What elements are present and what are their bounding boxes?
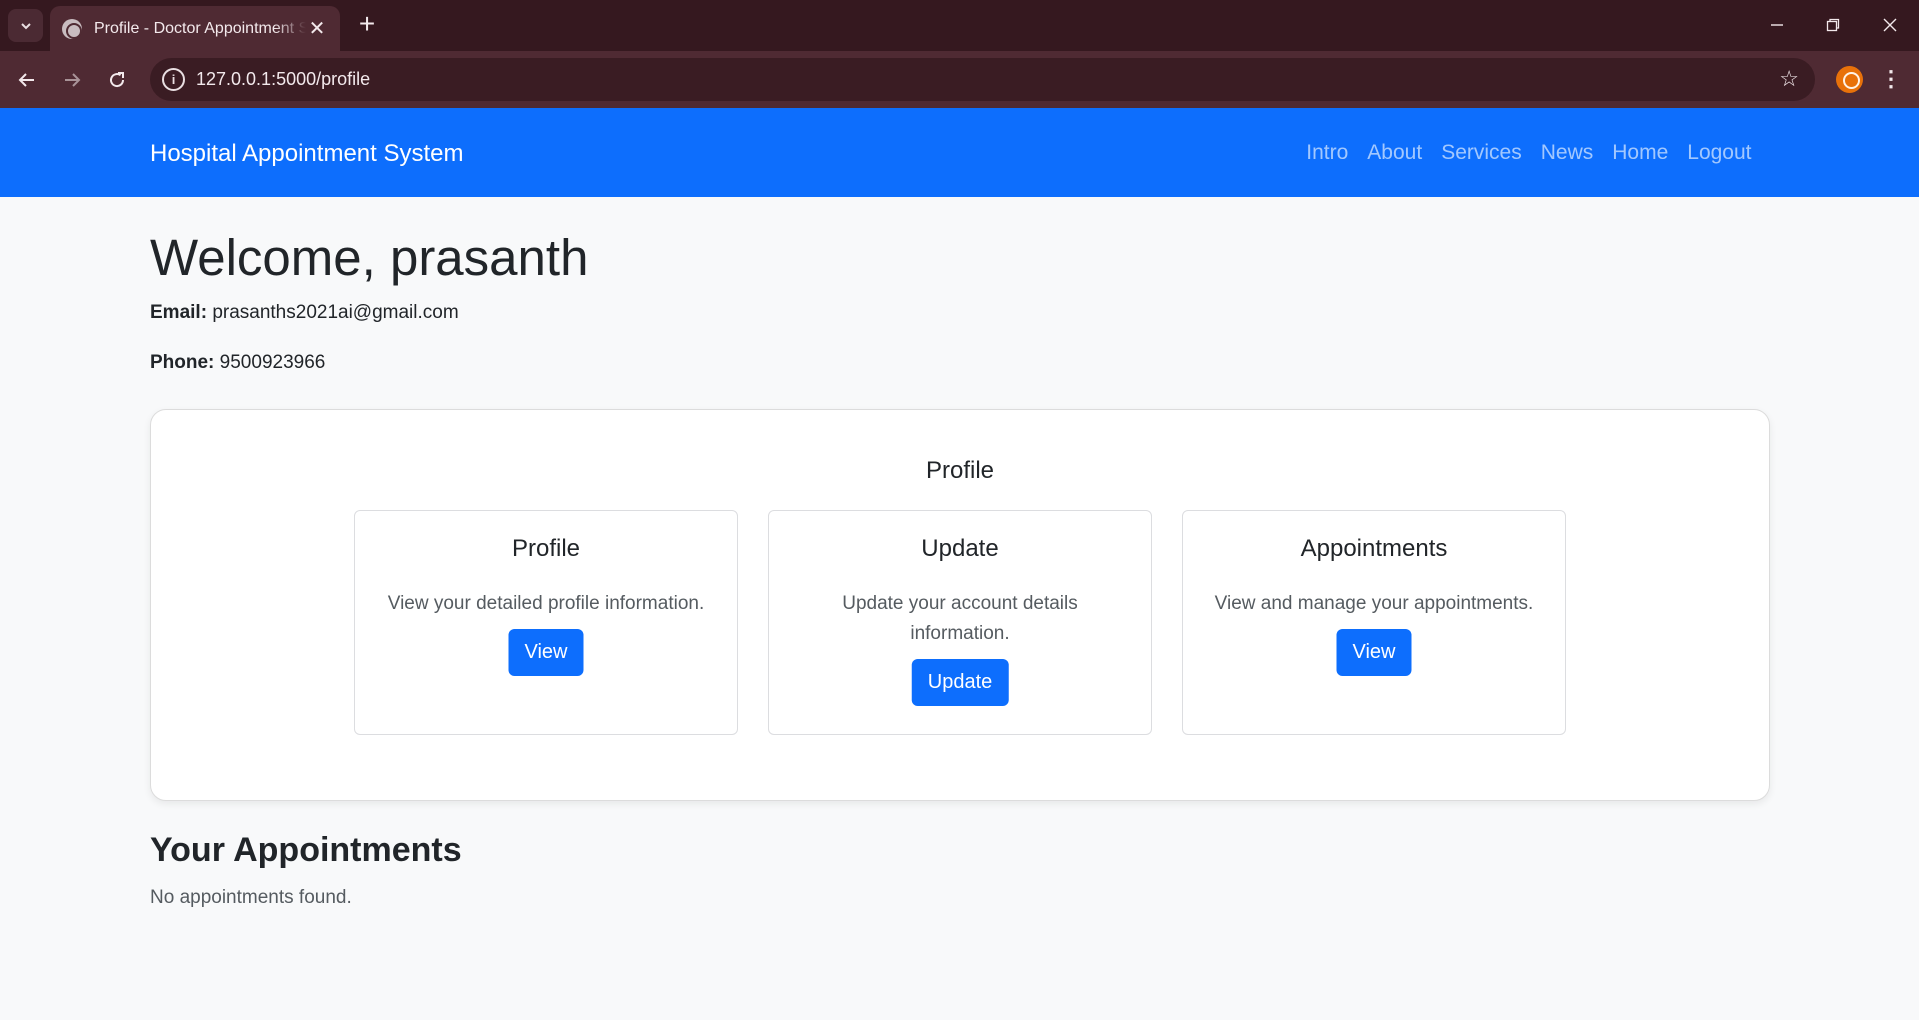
close-icon bbox=[1883, 18, 1897, 32]
profile-card-text: View your detailed profile information. bbox=[387, 593, 705, 614]
nav-link-logout[interactable]: Logout bbox=[1678, 141, 1761, 165]
nav-link-services[interactable]: Services bbox=[1432, 141, 1532, 165]
restore-icon bbox=[1826, 18, 1840, 32]
profile-card-title: Profile bbox=[511, 535, 581, 562]
welcome-heading: Welcome, prasanth bbox=[150, 229, 589, 286]
profile-section-heading: Profile bbox=[925, 457, 995, 484]
site-info-icon[interactable]: i bbox=[162, 68, 185, 91]
bookmark-star-icon[interactable]: ☆ bbox=[1779, 66, 1799, 92]
appointments-card-title: Appointments bbox=[1300, 535, 1448, 562]
address-bar[interactable]: i 127.0.0.1:5000/profile ☆ bbox=[150, 58, 1815, 101]
nav-links: Intro About Services News Home Logout bbox=[1297, 141, 1761, 165]
minimize-icon bbox=[1771, 24, 1783, 26]
appointments-card-text: View and manage your appointments. bbox=[1214, 593, 1534, 614]
forward-button[interactable] bbox=[56, 64, 88, 96]
view-appointments-button[interactable]: View bbox=[1336, 629, 1412, 676]
appointments-empty-text: No appointments found. bbox=[150, 887, 352, 908]
site-navbar: Hospital Appointment System Intro About … bbox=[0, 108, 1919, 197]
url-text[interactable]: 127.0.0.1:5000/profile bbox=[196, 69, 370, 90]
phone-line: Phone: 9500923966 bbox=[150, 352, 325, 374]
arrow-right-icon bbox=[65, 73, 81, 87]
phone-value: 9500923966 bbox=[219, 352, 326, 373]
appointments-heading: Your Appointments bbox=[150, 831, 462, 869]
tab-search-button[interactable] bbox=[8, 9, 43, 42]
minimize-button[interactable] bbox=[1754, 10, 1800, 40]
close-window-button[interactable] bbox=[1867, 10, 1913, 40]
back-button[interactable] bbox=[11, 64, 43, 96]
nav-link-news[interactable]: News bbox=[1531, 141, 1603, 165]
browser-tabstrip: Profile - Doctor Appointment System ✕ + bbox=[0, 0, 1919, 51]
nav-link-intro[interactable]: Intro bbox=[1297, 141, 1358, 165]
reload-icon bbox=[110, 72, 125, 88]
close-tab-icon[interactable]: ✕ bbox=[306, 16, 328, 41]
update-card: Update Update your account details infor… bbox=[768, 510, 1152, 735]
email-label: Email: bbox=[150, 302, 208, 323]
tab-title: Profile - Doctor Appointment System bbox=[94, 19, 306, 37]
nav-link-home[interactable]: Home bbox=[1603, 141, 1678, 165]
restore-button[interactable] bbox=[1810, 10, 1856, 40]
profile-card: Profile View your detailed profile infor… bbox=[354, 510, 738, 735]
profile-avatar[interactable] bbox=[1836, 66, 1863, 93]
update-account-button[interactable]: Update bbox=[911, 659, 1009, 706]
new-tab-button[interactable]: + bbox=[352, 9, 382, 41]
browser-toolbar: i 127.0.0.1:5000/profile ☆ ⋮ bbox=[0, 51, 1919, 108]
nav-link-about[interactable]: About bbox=[1358, 141, 1432, 165]
arrow-left-icon bbox=[18, 73, 34, 87]
view-profile-button[interactable]: View bbox=[508, 629, 584, 676]
update-card-text: Update your account details information. bbox=[842, 593, 1078, 644]
browser-menu-icon[interactable]: ⋮ bbox=[1880, 65, 1902, 93]
reload-button[interactable] bbox=[101, 64, 133, 96]
chevron-down-icon bbox=[20, 22, 31, 29]
navbar-brand[interactable]: Hospital Appointment System bbox=[150, 140, 464, 168]
profile-section-card: Profile Profile View your detailed profi… bbox=[150, 409, 1770, 801]
browser-tab-active[interactable]: Profile - Doctor Appointment System ✕ bbox=[50, 6, 340, 51]
globe-icon bbox=[62, 18, 82, 39]
update-card-title: Update bbox=[921, 535, 999, 562]
email-value: prasanths2021ai@gmail.com bbox=[212, 302, 459, 323]
phone-label: Phone: bbox=[150, 352, 215, 373]
email-line: Email: prasanths2021ai@gmail.com bbox=[150, 302, 459, 324]
appointments-card: Appointments View and manage your appoin… bbox=[1182, 510, 1566, 735]
